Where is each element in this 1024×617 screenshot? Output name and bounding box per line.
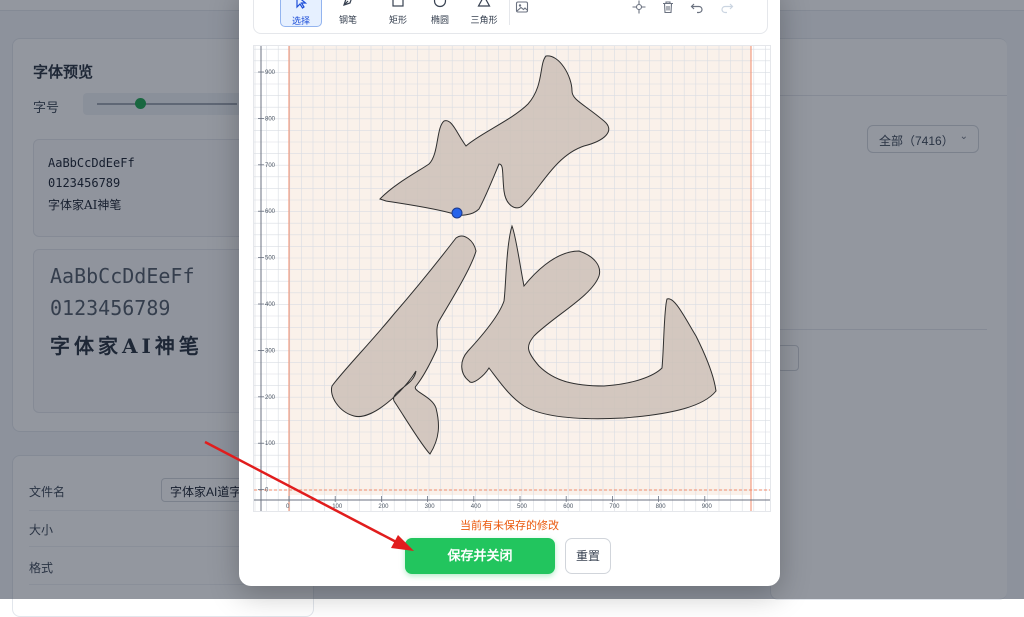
tool-label: 钢笔 — [338, 15, 357, 25]
x-tick-label: 500 — [517, 504, 528, 510]
y-tick-label: 600 — [265, 209, 276, 215]
y-tick-label: 300 — [265, 348, 276, 354]
tool-triangle[interactable]: 三角形 — [464, 0, 504, 25]
x-tick-label: 100 — [332, 504, 343, 510]
tool-select[interactable]: 选择 — [280, 0, 322, 27]
editor-toolbar: 选择 钢笔 矩形 椭圆 三角形 — [253, 0, 768, 34]
tool-pen[interactable]: 钢笔 — [328, 0, 368, 25]
unsaved-changes-notice: 当前有未保存的修改 — [460, 520, 559, 532]
save-and-close-button[interactable]: 保存并关闭 — [405, 538, 555, 574]
y-tick-label: 0 — [265, 488, 269, 494]
image-icon[interactable] — [512, 0, 532, 19]
glyph-canvas[interactable]: 900 800 700 600 500 400 300 200 100 0 0 100 200 300 4… — [253, 45, 771, 512]
x-tick-label: 900 — [702, 504, 713, 510]
y-tick-label: 900 — [265, 70, 276, 76]
undo-icon[interactable] — [687, 0, 707, 19]
glyph-editor-modal: 选择 钢笔 矩形 椭圆 三角形 900 800 700 600 500 400 … — [239, 0, 780, 586]
reset-button[interactable]: 重置 — [565, 538, 611, 574]
x-tick-label: 400 — [471, 504, 482, 510]
x-ruler: 0 100 200 300 400 500 600 700 800 900 — [286, 496, 712, 510]
tool-label: 椭圆 — [430, 15, 449, 25]
x-tick-label: 600 — [563, 504, 574, 510]
x-tick-label: 800 — [656, 504, 667, 510]
redo-icon — [717, 0, 737, 19]
triangle-icon — [464, 0, 504, 10]
glyph-canvas-svg[interactable]: 9008007006005004003002001000 0 100 200 300 4… — [254, 46, 770, 511]
trash-icon[interactable] — [658, 0, 678, 19]
y-tick-label: 400 — [265, 302, 276, 308]
tool-label: 三角形 — [470, 15, 498, 25]
y-tick-label: 200 — [265, 395, 276, 401]
toolbar-divider — [509, 0, 510, 25]
y-tick-label: 500 — [265, 256, 276, 262]
rectangle-icon — [378, 0, 418, 10]
ellipse-icon — [420, 0, 460, 10]
y-tick-label: 700 — [265, 163, 276, 169]
crosshair-icon[interactable] — [629, 0, 649, 19]
y-tick-label: 800 — [265, 116, 276, 122]
tool-label: 选择 — [291, 16, 310, 26]
y-tick-label: 100 — [265, 441, 276, 447]
x-tick-label: 700 — [609, 504, 620, 510]
tool-rectangle[interactable]: 矩形 — [378, 0, 418, 25]
tool-ellipse[interactable]: 椭圆 — [420, 0, 460, 25]
x-tick-label: 200 — [378, 504, 389, 510]
x-tick-label: 300 — [425, 504, 436, 510]
selected-anchor-point[interactable] — [451, 207, 463, 219]
pen-icon — [328, 0, 368, 10]
tool-label: 矩形 — [388, 15, 407, 25]
pointer-icon — [281, 0, 321, 11]
